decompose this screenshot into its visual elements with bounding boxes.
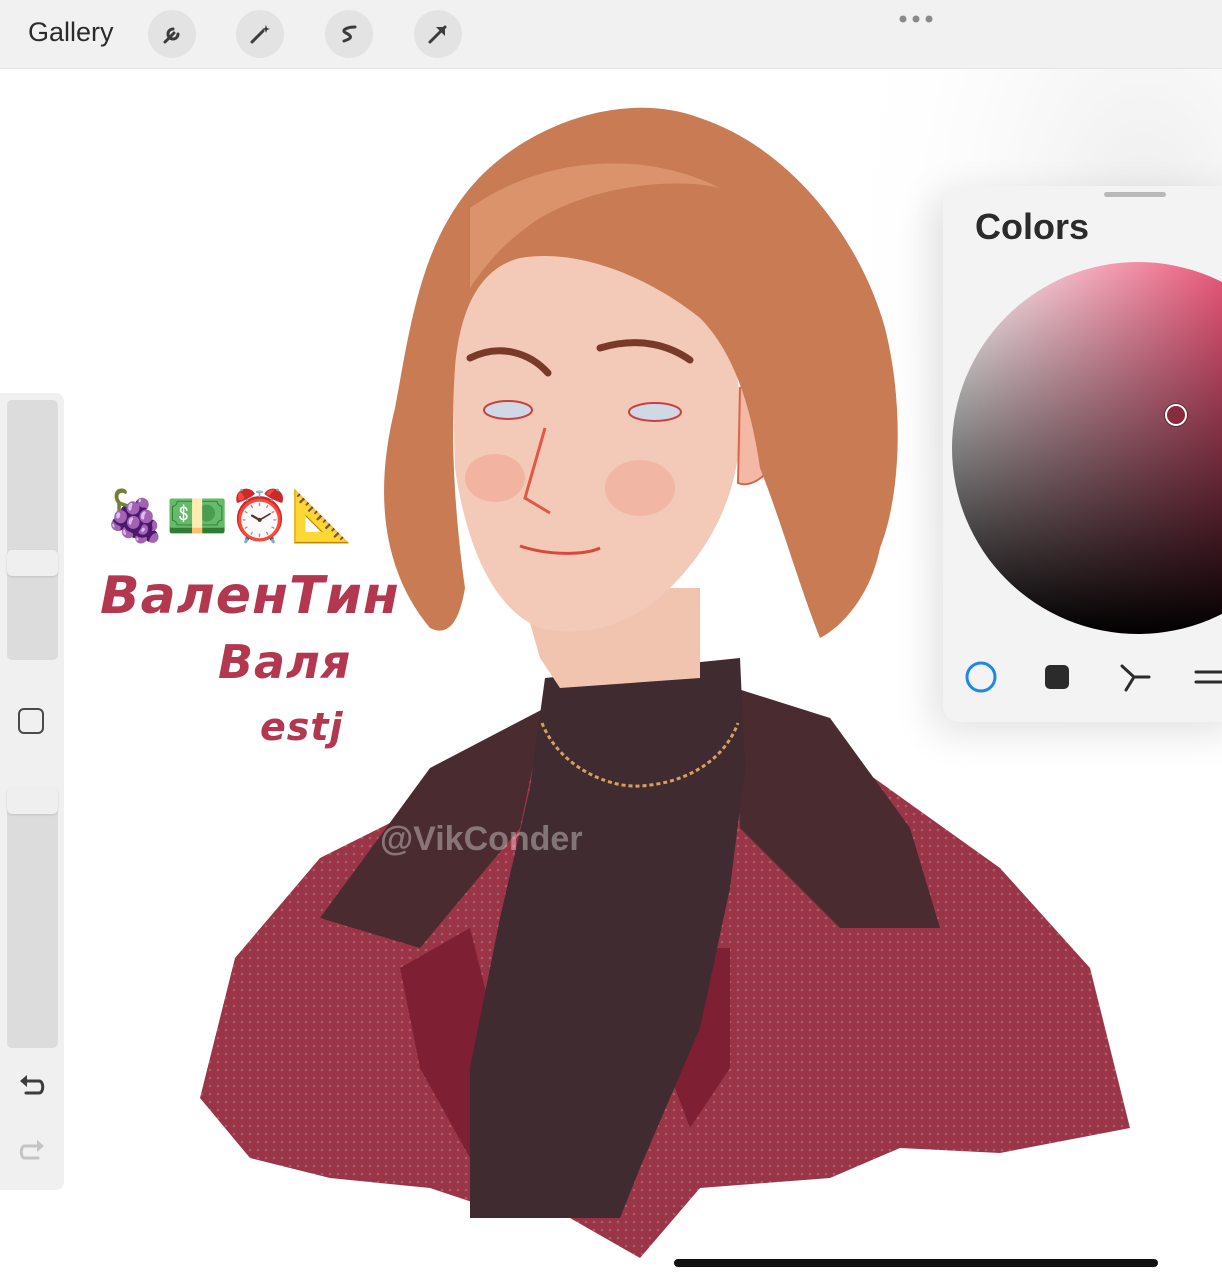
- harmony-mode-button[interactable]: [1118, 660, 1152, 694]
- left-sidebar: [0, 393, 64, 1190]
- opacity-slider[interactable]: [7, 788, 58, 1048]
- harmony-mode-icon: [1120, 664, 1151, 692]
- adjustments-button[interactable]: [236, 10, 284, 58]
- emoji-text: 🍇💵⏰📐: [104, 488, 354, 544]
- disc-mode-button[interactable]: [964, 660, 998, 694]
- square-modify-icon[interactable]: [18, 708, 44, 734]
- panel-grabber[interactable]: [1104, 192, 1166, 197]
- selection-button[interactable]: [325, 10, 373, 58]
- watermark: @VikConder: [380, 820, 583, 858]
- disc-mode-icon: [965, 661, 997, 693]
- ellipsis-icon[interactable]: [898, 14, 934, 24]
- eye-right: [628, 402, 682, 422]
- gallery-button[interactable]: Gallery: [28, 17, 114, 48]
- color-picker-handle[interactable]: [1165, 404, 1187, 426]
- undo-icon[interactable]: [16, 1071, 48, 1099]
- name-line-3: estj: [260, 705, 344, 749]
- redo-icon[interactable]: [16, 1136, 48, 1164]
- top-toolbar: Gallery: [0, 0, 1222, 69]
- transform-arrow-icon: [428, 25, 447, 44]
- classic-mode-icon: [1045, 665, 1069, 689]
- value-mode-button[interactable]: [1190, 660, 1222, 694]
- value-mode-icon: [1194, 670, 1222, 684]
- brush-size-slider[interactable]: [7, 400, 58, 660]
- eye-left: [483, 400, 533, 420]
- brush-size-thumb[interactable]: [7, 550, 58, 576]
- emoji-row: 🍇💵⏰📐: [104, 483, 366, 549]
- classic-mode-button[interactable]: [1040, 660, 1074, 694]
- color-disc[interactable]: [952, 262, 1222, 634]
- colors-panel: Colors: [943, 186, 1222, 722]
- blush-left: [465, 454, 525, 502]
- wrench-button[interactable]: [148, 10, 196, 58]
- name-line-2: Валя: [218, 635, 352, 689]
- opacity-thumb[interactable]: [7, 788, 58, 814]
- colors-title: Colors: [975, 206, 1090, 247]
- home-indicator: [674, 1259, 1158, 1267]
- wrench-icon: [163, 27, 180, 44]
- blush-right: [605, 460, 675, 516]
- transform-button[interactable]: [414, 10, 462, 58]
- selection-icon: [342, 25, 357, 43]
- magic-wand-icon: [250, 25, 270, 44]
- name-line-1: ВаленТин: [100, 566, 400, 626]
